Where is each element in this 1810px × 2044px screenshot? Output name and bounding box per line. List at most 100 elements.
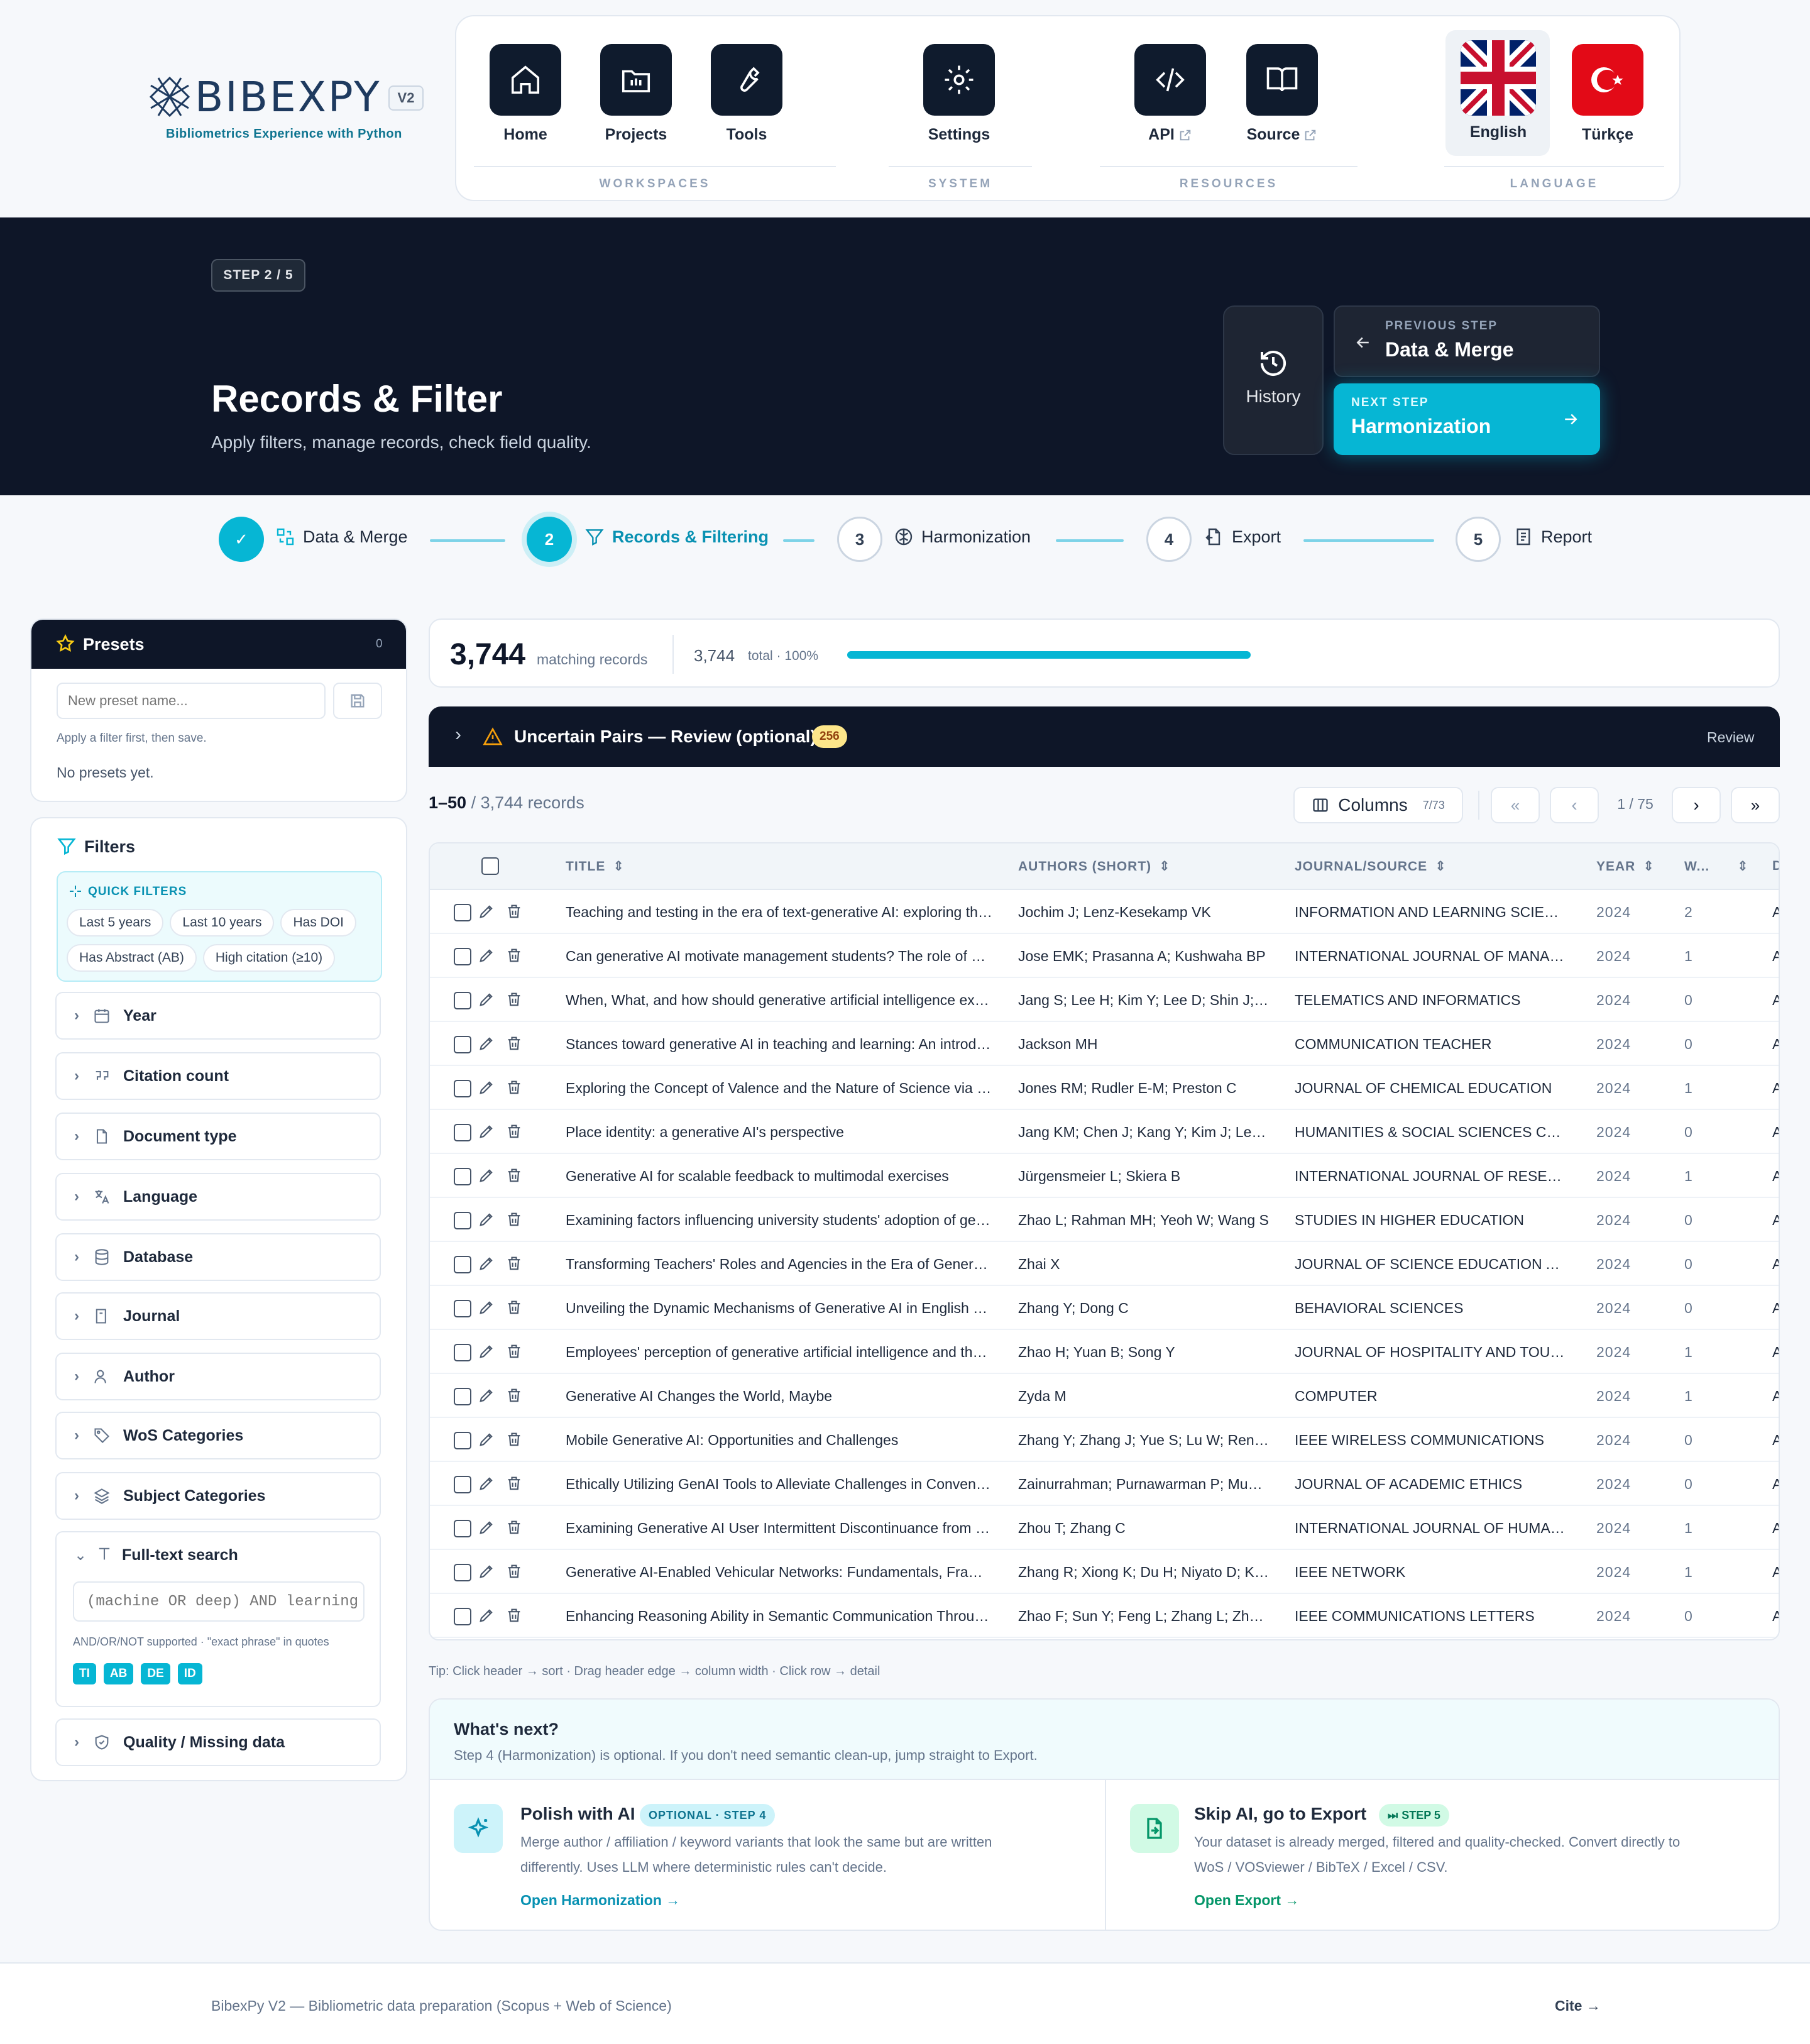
col-title[interactable]: TITLE ⇕ xyxy=(566,859,625,874)
filter-journal[interactable]: › Journal xyxy=(55,1292,381,1340)
select-all-checkbox[interactable] xyxy=(481,857,499,875)
row-checkbox[interactable] xyxy=(454,1124,471,1141)
filter-wos-categories[interactable]: › WoS Categories xyxy=(55,1412,381,1459)
row-checkbox[interactable] xyxy=(454,948,471,965)
brand-logo[interactable]: BIBEXPY V2 Bibliometrics Experience with… xyxy=(145,68,427,150)
row-checkbox[interactable] xyxy=(454,1080,471,1097)
row-checkbox[interactable] xyxy=(454,1388,471,1405)
table-row[interactable]: Employees' perception of generative arti… xyxy=(430,1330,1779,1374)
edit-icon[interactable] xyxy=(478,1519,495,1540)
row-checkbox[interactable] xyxy=(454,1608,471,1625)
edit-icon[interactable] xyxy=(478,1343,495,1364)
col-year[interactable]: YEAR ⇕ xyxy=(1596,859,1655,874)
nav-projects[interactable]: Projects xyxy=(592,44,680,144)
columns-button[interactable]: Columns 7/73 xyxy=(1293,787,1463,823)
cite-link[interactable]: Cite → xyxy=(1555,1997,1601,2014)
open-export-link[interactable]: Open Export → xyxy=(1194,1892,1299,1909)
table-row[interactable]: Transforming Teachers' Roles and Agencie… xyxy=(430,1242,1779,1286)
edit-icon[interactable] xyxy=(478,1475,495,1496)
nav-home[interactable]: Home xyxy=(481,44,569,144)
nav-tools[interactable]: Tools xyxy=(703,44,791,144)
filter-language[interactable]: › Language xyxy=(55,1173,381,1221)
edit-icon[interactable] xyxy=(478,1123,495,1144)
edit-icon[interactable] xyxy=(478,1563,495,1584)
field-toggle-id[interactable]: ID xyxy=(177,1663,202,1684)
trash-icon[interactable] xyxy=(505,1079,523,1100)
edit-icon[interactable] xyxy=(478,1211,495,1232)
edit-icon[interactable] xyxy=(478,1431,495,1452)
filter-quality[interactable]: › Quality / Missing data xyxy=(55,1718,381,1766)
first-page-button[interactable]: « xyxy=(1491,787,1540,823)
trash-icon[interactable] xyxy=(505,1299,523,1320)
trash-icon[interactable] xyxy=(505,1607,523,1628)
row-checkbox[interactable] xyxy=(454,1432,471,1449)
trash-icon[interactable] xyxy=(505,1123,523,1144)
row-checkbox[interactable] xyxy=(454,904,471,921)
next-page-button[interactable]: › xyxy=(1672,787,1721,823)
table-row[interactable]: Place identity: a generative AI's perspe… xyxy=(430,1110,1779,1154)
step-3-circle[interactable]: 3 xyxy=(837,517,882,562)
trash-icon[interactable] xyxy=(505,947,523,968)
table-row[interactable]: Examining Generative AI User Intermitten… xyxy=(430,1506,1779,1550)
row-checkbox[interactable] xyxy=(454,1300,471,1317)
trash-icon[interactable] xyxy=(505,1563,523,1584)
trash-icon[interactable] xyxy=(505,1167,523,1188)
edit-icon[interactable] xyxy=(478,1255,495,1276)
step-2-circle[interactable]: 2 xyxy=(527,517,572,562)
row-checkbox[interactable] xyxy=(454,1564,471,1581)
table-row[interactable]: Stances toward generative AI in teaching… xyxy=(430,1022,1779,1066)
step-2[interactable]: Records & Filtering xyxy=(584,527,769,547)
trash-icon[interactable] xyxy=(505,991,523,1012)
trash-icon[interactable] xyxy=(505,1475,523,1496)
preset-name-input[interactable] xyxy=(57,683,326,719)
uncertain-pairs-bar[interactable]: › Uncertain Pairs — Review (optional) 25… xyxy=(429,706,1780,767)
table-row[interactable]: Examining factors influencing university… xyxy=(430,1198,1779,1242)
step-4[interactable]: Export xyxy=(1204,527,1281,547)
row-checkbox[interactable] xyxy=(454,1036,471,1053)
filter-subject-categories[interactable]: › Subject Categories xyxy=(55,1472,381,1520)
col-journal[interactable]: JOURNAL/SOURCE ⇕ xyxy=(1295,859,1447,874)
history-button[interactable]: History xyxy=(1223,305,1324,455)
trash-icon[interactable] xyxy=(505,1255,523,1276)
table-row[interactable]: Generative AI-Enabled Vehicular Networks… xyxy=(430,1550,1779,1594)
trash-icon[interactable] xyxy=(505,1431,523,1452)
fulltext-input[interactable] xyxy=(73,1581,365,1622)
table-row[interactable]: Enhancing Reasoning Ability in Semantic … xyxy=(430,1594,1779,1638)
trash-icon[interactable] xyxy=(505,1343,523,1364)
filter-database[interactable]: › Database xyxy=(55,1233,381,1281)
lang-turkish[interactable]: Türkçe xyxy=(1564,44,1652,144)
table-row[interactable]: Ethically Utilizing GenAI Tools to Allev… xyxy=(430,1462,1779,1506)
row-checkbox[interactable] xyxy=(454,1476,471,1493)
col-authors[interactable]: AUTHORS (SHORT) ⇕ xyxy=(1018,859,1171,874)
step-4-circle[interactable]: 4 xyxy=(1146,517,1192,562)
col-w[interactable]: W... ⇕ xyxy=(1684,859,1749,874)
filter-year[interactable]: › Year xyxy=(55,992,381,1040)
table-row[interactable]: Generative AI Changes the World, Maybe Zy… xyxy=(430,1374,1779,1418)
step-3[interactable]: Harmonization xyxy=(894,527,1031,547)
nav-settings[interactable]: Settings xyxy=(915,44,1003,144)
lang-english[interactable]: English xyxy=(1454,40,1542,141)
trash-icon[interactable] xyxy=(505,1519,523,1540)
filter-citation-count[interactable]: › Citation count xyxy=(55,1052,381,1100)
table-row[interactable]: Generative AI for scalable feedback to m… xyxy=(430,1154,1779,1198)
field-toggle-ab[interactable]: AB xyxy=(103,1663,134,1684)
table-row[interactable]: When, What, and how should generative ar… xyxy=(430,978,1779,1022)
prev-page-button[interactable]: ‹ xyxy=(1550,787,1599,823)
step-5-circle[interactable]: 5 xyxy=(1456,517,1501,562)
row-checkbox[interactable] xyxy=(454,1168,471,1185)
edit-icon[interactable] xyxy=(478,1035,495,1056)
row-checkbox[interactable] xyxy=(454,992,471,1009)
edit-icon[interactable] xyxy=(478,903,495,924)
row-checkbox[interactable] xyxy=(454,1344,471,1361)
open-harmonization-link[interactable]: Open Harmonization → xyxy=(520,1892,680,1909)
previous-step-button[interactable]: PREVIOUS STEP Data & Merge xyxy=(1334,305,1600,377)
edit-icon[interactable] xyxy=(478,1387,495,1408)
row-checkbox[interactable] xyxy=(454,1212,471,1229)
edit-icon[interactable] xyxy=(478,1299,495,1320)
edit-icon[interactable] xyxy=(478,1607,495,1628)
table-row[interactable]: Mobile Generative AI: Opportunities and … xyxy=(430,1418,1779,1462)
field-toggle-ti[interactable]: TI xyxy=(73,1663,96,1684)
nav-source[interactable]: Source xyxy=(1238,44,1326,144)
step-5[interactable]: Report xyxy=(1513,527,1592,547)
edit-icon[interactable] xyxy=(478,991,495,1012)
